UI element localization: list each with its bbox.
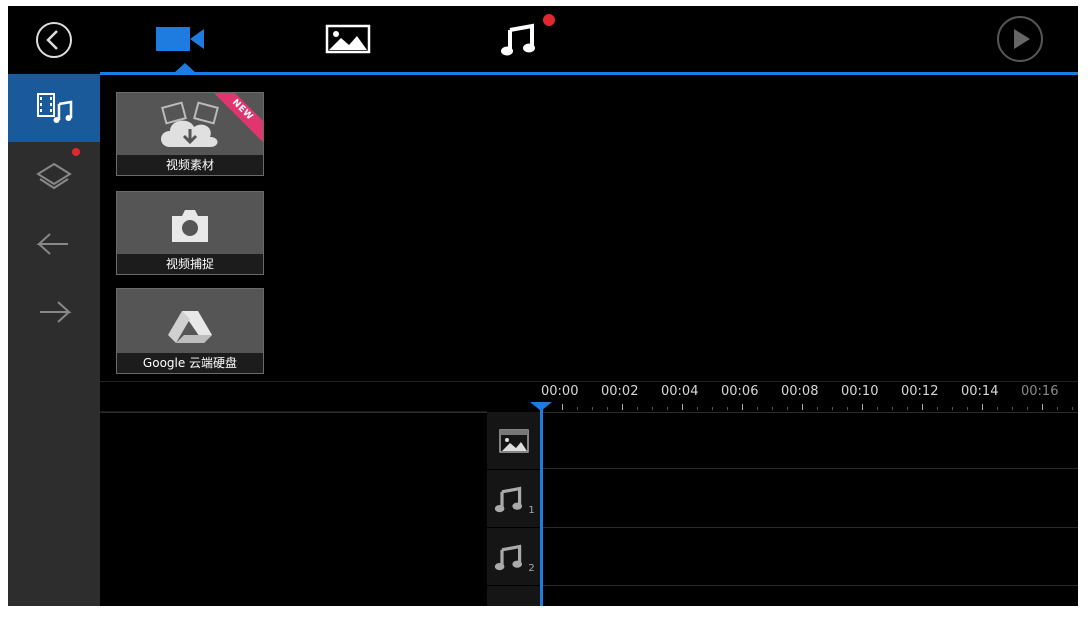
ruler-minor-tick — [757, 407, 758, 410]
ruler-minor-tick — [727, 407, 728, 410]
tile-video-capture[interactable]: 视频捕捉 — [116, 191, 264, 275]
ruler-tick-label: 00:12 — [901, 384, 939, 399]
ruler-minor-tick — [832, 407, 833, 410]
music-note-icon — [495, 486, 523, 512]
layers-icon — [36, 162, 72, 190]
ruler-minor-tick — [712, 407, 713, 410]
image-icon — [325, 24, 371, 54]
ruler-minor-tick — [637, 407, 638, 410]
ruler-minor-tick — [892, 407, 893, 410]
layers-button[interactable] — [8, 142, 100, 210]
track-header-empty — [487, 586, 540, 606]
app-frame: NEW 视频素材 视频捕捉 Google 云端硬盘 00:00 00:02 00:0… — [8, 6, 1078, 606]
media-music-button[interactable] — [8, 74, 100, 142]
tab-music[interactable] — [488, 6, 552, 72]
ruler-minor-tick — [847, 407, 848, 410]
ruler-minor-tick — [952, 407, 953, 410]
ruler-tick-label: 00:08 — [781, 384, 819, 399]
tab-image[interactable] — [316, 6, 380, 72]
track-number: 2 — [528, 563, 535, 574]
back-button[interactable] — [8, 6, 100, 74]
back-circle-icon — [36, 22, 72, 58]
ruler-minor-tick — [667, 407, 668, 410]
ruler-tick-label: 00:10 — [841, 384, 879, 399]
ruler-tick — [802, 404, 803, 410]
ruler-minor-tick — [997, 407, 998, 410]
undo-arrow-icon — [36, 233, 68, 255]
camera-icon — [117, 198, 263, 254]
ruler-minor-tick — [1072, 407, 1073, 410]
ruler-tick-label: 00:06 — [721, 384, 759, 399]
ruler-minor-tick — [1057, 407, 1058, 410]
ruler-tick-label: 00:16 — [1021, 384, 1059, 399]
tile-google-drive[interactable]: Google 云端硬盘 — [116, 288, 264, 374]
track-divider — [540, 468, 1078, 469]
ruler-tick-label: 00:02 — [601, 384, 639, 399]
ruler-minor-tick — [817, 407, 818, 410]
ruler-minor-tick — [772, 407, 773, 410]
track-divider — [540, 585, 1078, 586]
ruler-tick-label: 00:00 — [541, 384, 579, 399]
ruler-tick — [742, 404, 743, 410]
ruler-minor-tick — [787, 407, 788, 410]
active-tab-pointer — [174, 63, 196, 73]
top-tab-bar — [100, 6, 1078, 76]
music-tab-badge — [543, 14, 555, 26]
ruler-tick — [982, 404, 983, 410]
tile-label: 视频素材 — [117, 155, 263, 175]
ruler-tick — [622, 404, 623, 410]
ruler-tick — [922, 404, 923, 410]
layers-badge — [72, 148, 80, 156]
ruler-minor-tick — [937, 407, 938, 410]
tile-label: 视频捕捉 — [117, 254, 263, 274]
undo-button[interactable] — [8, 210, 100, 278]
ruler-tick — [1042, 404, 1043, 410]
divider — [100, 411, 487, 412]
ruler-tick — [862, 404, 863, 410]
redo-arrow-icon — [40, 301, 72, 323]
tile-video-library[interactable]: NEW 视频素材 — [116, 92, 264, 176]
redo-button[interactable] — [8, 278, 100, 346]
tab-underline — [100, 72, 1078, 75]
ruler-minor-tick — [592, 407, 593, 410]
ruler-minor-tick — [1012, 407, 1013, 410]
track-divider — [540, 527, 1078, 528]
ruler-minor-tick — [967, 407, 968, 410]
music-note-icon — [501, 23, 535, 56]
ruler-minor-tick — [652, 407, 653, 410]
track-header-image[interactable] — [487, 412, 540, 469]
image-strip-icon — [498, 428, 529, 453]
tile-label: Google 云端硬盘 — [117, 353, 263, 373]
ruler-minor-tick — [877, 407, 878, 410]
play-button[interactable] — [988, 6, 1052, 72]
ruler-minor-tick — [907, 407, 908, 410]
media-music-icon — [37, 93, 73, 123]
track-number: 1 — [528, 505, 535, 516]
playhead-handle[interactable] — [530, 402, 552, 411]
ruler-minor-tick — [1027, 407, 1028, 410]
track-header-music-2[interactable]: 2 — [487, 528, 540, 585]
ruler-tick-label: 00:04 — [661, 384, 699, 399]
play-icon — [997, 16, 1043, 62]
ruler-tick — [682, 404, 683, 410]
track-header-music-1[interactable]: 1 — [487, 470, 540, 527]
left-sidebar — [8, 6, 100, 606]
video-camera-icon — [156, 27, 204, 51]
music-note-icon — [495, 544, 523, 570]
ruler-tick — [562, 404, 563, 410]
ruler-minor-tick — [607, 407, 608, 410]
playhead-line[interactable] — [540, 404, 543, 606]
google-drive-icon — [117, 299, 263, 355]
ruler-minor-tick — [697, 407, 698, 410]
ruler-minor-tick — [577, 407, 578, 410]
ruler-tick-label: 00:14 — [961, 384, 999, 399]
